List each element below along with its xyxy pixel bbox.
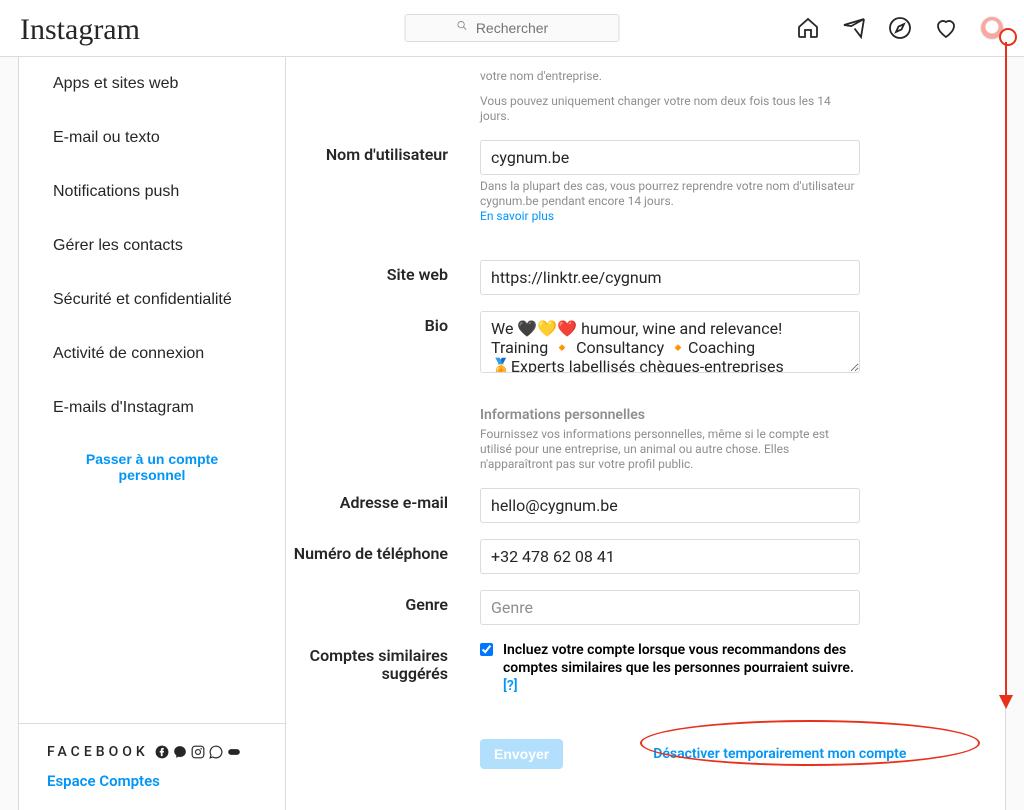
home-icon[interactable] bbox=[796, 16, 820, 40]
instagram-icon bbox=[191, 745, 205, 759]
bio-label: Bio bbox=[286, 311, 480, 377]
name-hint-2: Vous pouvez uniquement changer votre nom… bbox=[480, 94, 860, 124]
facebook-brand: FACEBOOK bbox=[47, 744, 257, 760]
personal-info-heading: Informations personnelles bbox=[480, 407, 860, 423]
sidebar-item-push[interactable]: Notifications push bbox=[19, 165, 285, 219]
profile-avatar[interactable] bbox=[980, 16, 1004, 40]
facebook-wordmark: FACEBOOK bbox=[47, 744, 149, 760]
top-nav: Instagram bbox=[0, 0, 1024, 57]
similar-accounts-text: Incluez votre compte lorsque vous recomm… bbox=[503, 641, 860, 695]
gender-input[interactable] bbox=[480, 590, 860, 625]
accounts-center-link[interactable]: Espace Comptes bbox=[47, 772, 257, 790]
similar-accounts-checkbox[interactable] bbox=[480, 643, 493, 656]
edit-profile-form: votre nom d'entreprise. Vous pouvez uniq… bbox=[286, 57, 1006, 810]
submit-button[interactable]: Envoyer bbox=[480, 739, 563, 769]
username-input[interactable] bbox=[480, 140, 860, 175]
website-label: Site web bbox=[286, 260, 480, 295]
explore-icon[interactable] bbox=[888, 16, 912, 40]
facebook-icon bbox=[155, 745, 169, 759]
whatsapp-icon bbox=[209, 745, 223, 759]
sidebar-switch-account[interactable]: Passer à un compte personnel bbox=[19, 435, 285, 499]
search-icon bbox=[456, 20, 467, 34]
messenger-icon bbox=[173, 745, 187, 759]
website-input[interactable] bbox=[480, 260, 860, 295]
learn-more-link[interactable]: En savoir plus bbox=[480, 209, 554, 223]
phone-input[interactable] bbox=[480, 539, 860, 574]
sidebar-item-ig-emails[interactable]: E-mails d'Instagram bbox=[19, 381, 285, 435]
sidebar-item-email-sms[interactable]: E-mail ou texto bbox=[19, 111, 285, 165]
gender-label: Genre bbox=[286, 590, 480, 625]
sidebar-item-login[interactable]: Activité de connexion bbox=[19, 327, 285, 381]
sidebar-item-apps[interactable]: Apps et sites web bbox=[19, 57, 285, 111]
settings-sidebar: Apps et sites web E-mail ou texto Notifi… bbox=[18, 57, 286, 810]
facebook-app-icons bbox=[155, 745, 241, 759]
name-hint-1: votre nom d'entreprise. bbox=[480, 69, 860, 84]
email-label: Adresse e-mail bbox=[286, 488, 480, 523]
username-label: Nom d'utilisateur bbox=[286, 140, 480, 224]
similar-help-link[interactable]: [?] bbox=[503, 678, 518, 694]
deactivate-account-link[interactable]: Désactiver temporairement mon compte bbox=[653, 746, 906, 762]
sidebar-item-contacts[interactable]: Gérer les contacts bbox=[19, 219, 285, 273]
brand-logo[interactable]: Instagram bbox=[20, 11, 140, 45]
username-hint: Dans la plupart des cas, vous pourrez re… bbox=[480, 179, 860, 224]
search-input[interactable] bbox=[405, 14, 620, 42]
oculus-icon bbox=[227, 745, 241, 759]
email-input[interactable] bbox=[480, 488, 860, 523]
phone-label: Numéro de téléphone bbox=[286, 539, 480, 574]
messages-icon[interactable] bbox=[842, 16, 866, 40]
personal-info-hint: Fournissez vos informations personnelles… bbox=[480, 427, 860, 472]
similar-accounts-label: Comptes similaires suggérés bbox=[286, 641, 480, 695]
activity-icon[interactable] bbox=[934, 16, 958, 40]
sidebar-item-privacy[interactable]: Sécurité et confidentialité bbox=[19, 273, 285, 327]
bio-textarea[interactable]: We 🖤💛❤️ humour, wine and relevance! Trai… bbox=[480, 311, 860, 373]
